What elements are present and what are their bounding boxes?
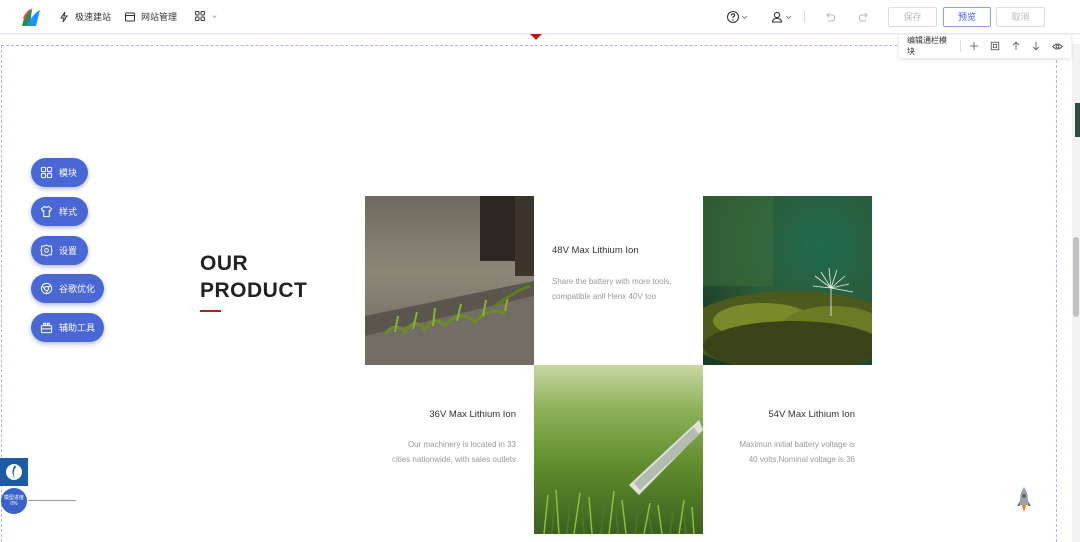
- side-btn-label: 谷歌优化: [59, 284, 96, 294]
- section-title-line1: OUR: [200, 252, 249, 275]
- section-title: OUR PRODUCT: [200, 250, 307, 304]
- apps-menu[interactable]: [194, 10, 218, 22]
- product-title: 54V Max Lithium Ion: [768, 409, 855, 420]
- section-title-line2: PRODUCT: [200, 279, 308, 302]
- product-desc-line: cities nationwide, with sales outlets: [391, 455, 516, 464]
- chrome-icon: [40, 282, 53, 295]
- side-btn-label: 设置: [59, 246, 78, 256]
- side-btn-modules[interactable]: 模块: [31, 158, 88, 187]
- side-btn-seo[interactable]: 谷歌优化: [31, 274, 104, 303]
- help-icon[interactable]: [726, 10, 740, 24]
- scrollbar-thumb[interactable]: [1073, 237, 1079, 317]
- product-card-54v[interactable]: 54V Max Lithium Ion Maximun initial batt…: [703, 365, 872, 534]
- add-icon[interactable]: [967, 39, 981, 53]
- feedback-button[interactable]: [0, 458, 28, 486]
- move-down-icon[interactable]: [1029, 39, 1043, 53]
- title-underline: [200, 310, 221, 312]
- product-title: 48V Max Lithium Ion: [552, 245, 639, 256]
- side-btn-label: 模块: [59, 168, 78, 178]
- preview-button[interactable]: 预览: [943, 7, 991, 27]
- rocket-icon[interactable]: [1016, 486, 1032, 514]
- gear-icon: [40, 244, 53, 257]
- nav-quick-build-label: 极速建站: [75, 12, 112, 22]
- settings-box-icon[interactable]: [988, 39, 1002, 53]
- app-logo[interactable]: [20, 6, 42, 28]
- side-btn-label: 样式: [59, 207, 78, 217]
- progress-value: 0%: [10, 501, 18, 507]
- eye-icon[interactable]: [1050, 39, 1064, 53]
- side-btn-label: 辅助工具: [59, 323, 96, 333]
- product-desc-line: Maximun initial battery voltage is: [739, 440, 855, 449]
- save-button[interactable]: 保存: [888, 7, 937, 27]
- help-chevron-icon: [741, 15, 748, 20]
- user-icon[interactable]: [770, 10, 784, 24]
- product-desc-line: Share the battery with more tools,: [552, 277, 672, 286]
- feedback-icon: [6, 464, 22, 480]
- progress-indicator[interactable]: 模型进度 0%: [1, 488, 27, 514]
- chevron-down-icon: [212, 14, 217, 18]
- progress-track: [28, 500, 76, 501]
- section-marker: [530, 34, 542, 40]
- side-btn-settings[interactable]: 设置: [31, 236, 88, 265]
- product-desc-line: Our machinery is located in 33: [407, 440, 516, 449]
- module-toolbar: 编辑通栏模块: [899, 34, 1071, 58]
- move-up-icon[interactable]: [1009, 39, 1023, 53]
- divider: [804, 11, 805, 23]
- nav-quick-build[interactable]: 极速建站: [58, 10, 111, 23]
- product-image-moss[interactable]: [703, 196, 872, 365]
- lightning-icon: [60, 11, 68, 22]
- undo-icon[interactable]: [823, 10, 837, 24]
- apps-grid-icon: [195, 11, 205, 21]
- edit-module-label[interactable]: 编辑通栏模块: [907, 35, 954, 57]
- nav-site-manage-label: 网站管理: [141, 12, 178, 22]
- window-icon: [125, 12, 135, 21]
- divider: [960, 40, 962, 52]
- product-card-36v[interactable]: 36V Max Lithium Ion Our machinery is loc…: [365, 365, 534, 534]
- redo-icon[interactable]: [857, 10, 871, 24]
- top-toolbar: 极速建站 网站管理 保存 预览 取消: [0, 0, 1080, 34]
- product-image-pavement[interactable]: [365, 196, 534, 365]
- grid-icon: [40, 166, 53, 179]
- user-chevron-icon: [785, 15, 792, 20]
- toolbox-icon: [40, 322, 53, 334]
- side-btn-tools[interactable]: 辅助工具: [31, 313, 104, 342]
- side-btn-style[interactable]: 样式: [31, 197, 88, 226]
- product-desc-line: compatible anll Henx 40V too: [552, 292, 657, 301]
- product-image-lawn[interactable]: [534, 365, 703, 534]
- product-desc-line: 40 volts,Nominal voltage is 36: [748, 455, 855, 464]
- shirt-icon: [40, 205, 53, 218]
- cancel-button[interactable]: 取消: [996, 7, 1045, 27]
- product-card-48v[interactable]: 48V Max Lithium Ion Share the battery wi…: [534, 196, 703, 365]
- side-handle[interactable]: [1075, 103, 1080, 137]
- nav-site-manage[interactable]: 网站管理: [124, 10, 177, 23]
- product-title: 36V Max Lithium Ion: [429, 409, 516, 420]
